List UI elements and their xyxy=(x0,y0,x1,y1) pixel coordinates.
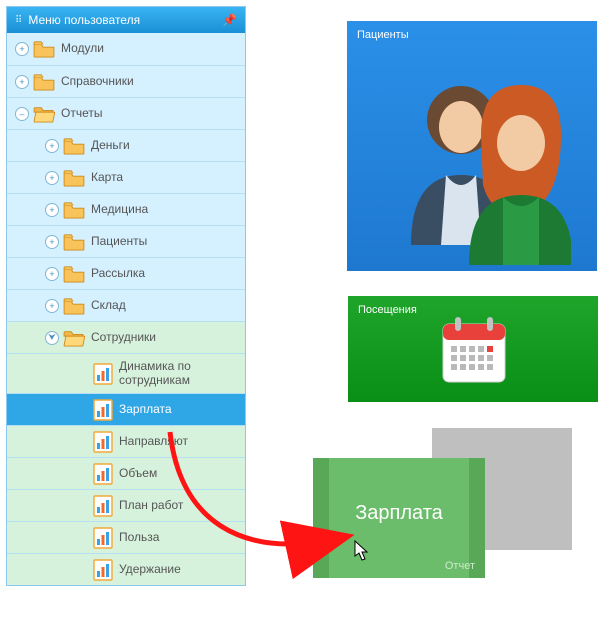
tile-salary-title: Зарплата xyxy=(313,502,485,525)
label: Отчеты xyxy=(61,107,102,120)
tree-item-money[interactable]: + Деньги xyxy=(7,129,245,161)
label: Модули xyxy=(61,42,104,55)
expand-icon[interactable]: + xyxy=(45,139,59,153)
tree-item-modules[interactable]: + Модули xyxy=(7,33,245,65)
tile-salary-dragging[interactable]: Зарплата Отчет xyxy=(313,458,485,578)
folder-open-icon xyxy=(63,329,85,347)
tree-item-staff[interactable]: ⮟ Сотрудники xyxy=(7,321,245,353)
folder-closed-icon xyxy=(63,233,85,251)
report-icon xyxy=(93,495,113,517)
label: Сотрудники xyxy=(91,331,156,344)
folder-closed-icon xyxy=(33,40,55,58)
report-icon xyxy=(93,431,113,453)
tile-patients-title: Пациенты xyxy=(357,29,409,41)
tree: + Модули + Справочники – Отчеты + Деньги… xyxy=(7,33,245,585)
tile-patients[interactable]: Пациенты xyxy=(347,21,597,271)
label: Пациенты xyxy=(91,235,147,248)
label: Направляют xyxy=(119,435,188,448)
tree-item-benefit[interactable]: Польза xyxy=(7,521,245,553)
label: Склад xyxy=(91,299,126,312)
tile-visits[interactable]: Посещения xyxy=(348,296,598,402)
expand-icon[interactable]: + xyxy=(45,203,59,217)
tree-item-patients[interactable]: + Пациенты xyxy=(7,225,245,257)
tile-salary-subtitle: Отчет xyxy=(445,560,475,572)
tree-item-retention[interactable]: Удержание xyxy=(7,553,245,585)
folder-closed-icon xyxy=(63,297,85,315)
tree-item-workplan[interactable]: План работ xyxy=(7,489,245,521)
tree-item-volume[interactable]: Объем xyxy=(7,457,245,489)
tree-item-stock[interactable]: + Склад xyxy=(7,289,245,321)
report-icon xyxy=(93,399,113,421)
tree-item-referrers[interactable]: Направляют xyxy=(7,425,245,457)
label: Динамика по сотрудникам xyxy=(119,360,239,386)
folder-closed-icon xyxy=(63,137,85,155)
patients-icon xyxy=(391,65,571,265)
expand-icon[interactable]: + xyxy=(45,235,59,249)
grip-icon: ⠿ xyxy=(15,15,22,26)
report-icon xyxy=(93,463,113,485)
label: Удержание xyxy=(119,563,181,576)
tree-item-mailing[interactable]: + Рассылка xyxy=(7,257,245,289)
user-menu-title: Меню пользователя xyxy=(28,13,222,27)
label: План работ xyxy=(119,499,183,512)
folder-closed-icon xyxy=(63,201,85,219)
folder-closed-icon xyxy=(63,265,85,283)
expand-icon[interactable]: + xyxy=(15,42,29,56)
calendar-icon xyxy=(441,314,507,386)
tree-item-dynamics[interactable]: Динамика по сотрудникам xyxy=(7,353,245,393)
expand-icon[interactable]: + xyxy=(15,75,29,89)
collapse-down-icon[interactable]: ⮟ xyxy=(45,331,59,345)
label: Объем xyxy=(119,467,157,480)
label: Польза xyxy=(119,531,159,544)
expand-icon[interactable]: + xyxy=(45,267,59,281)
label: Рассылка xyxy=(91,267,145,280)
report-icon xyxy=(93,559,113,581)
tree-item-refs[interactable]: + Справочники xyxy=(7,65,245,97)
label: Справочники xyxy=(61,75,134,88)
user-menu-header: ⠿ Меню пользователя 📌 xyxy=(7,7,245,33)
expand-icon[interactable]: + xyxy=(45,171,59,185)
report-icon xyxy=(93,527,113,549)
tile-visits-title: Посещения xyxy=(358,304,417,316)
folder-open-icon xyxy=(33,105,55,123)
pin-icon[interactable]: 📌 xyxy=(222,13,237,27)
user-menu-panel: ⠿ Меню пользователя 📌 + Модули + Справоч… xyxy=(6,6,246,586)
label: Карта xyxy=(91,171,123,184)
folder-closed-icon xyxy=(33,73,55,91)
folder-closed-icon xyxy=(63,169,85,187)
label: Деньги xyxy=(91,139,130,152)
collapse-icon[interactable]: – xyxy=(15,107,29,121)
tree-item-salary[interactable]: Зарплата xyxy=(7,393,245,425)
label: Зарплата xyxy=(119,403,172,416)
tree-item-medicine[interactable]: + Медицина xyxy=(7,193,245,225)
label: Медицина xyxy=(91,203,148,216)
report-icon xyxy=(93,363,113,385)
tree-item-reports[interactable]: – Отчеты xyxy=(7,97,245,129)
tree-item-card[interactable]: + Карта xyxy=(7,161,245,193)
expand-icon[interactable]: + xyxy=(45,299,59,313)
